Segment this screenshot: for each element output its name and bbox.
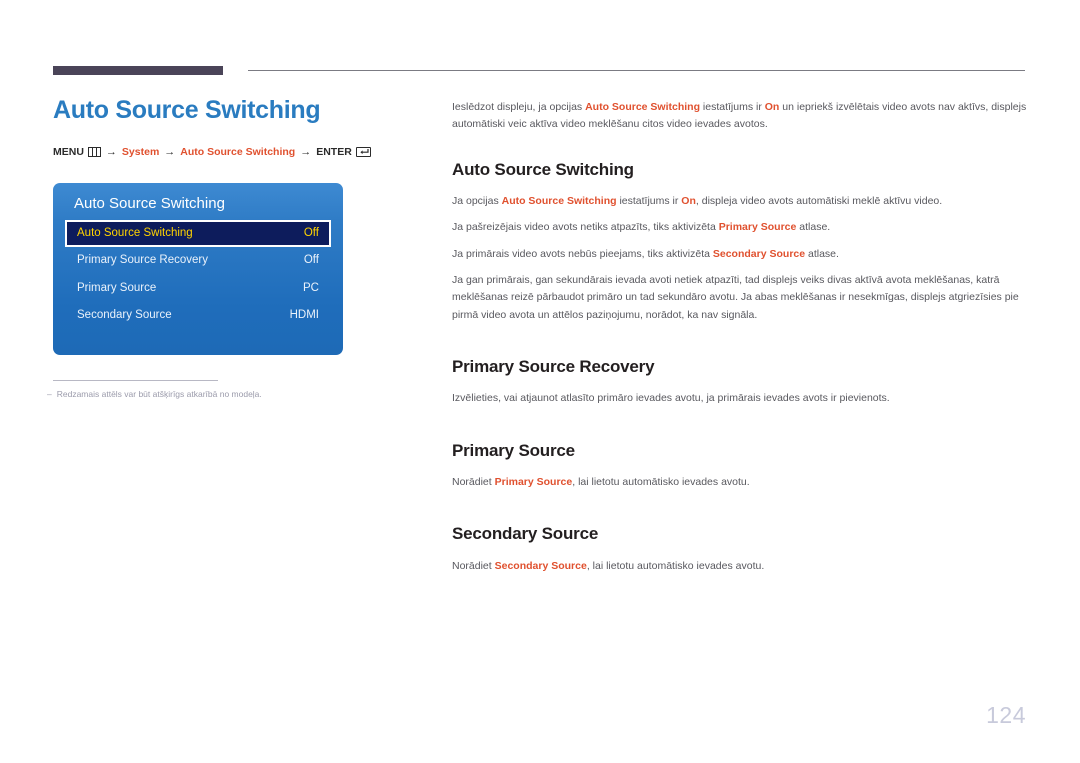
osd-row-label: Secondary Source: [77, 309, 172, 322]
menu-grid-icon: [87, 147, 101, 158]
line-text-6: Ja primārais video avots nebūs pieejams,…: [452, 247, 713, 260]
osd-row-primary-source-recovery[interactable]: Primary Source Recovery Off: [65, 247, 331, 275]
osd-row-label: Auto Source Switching: [77, 226, 193, 239]
body-highlight-1: Primary Source: [494, 475, 573, 488]
page-title: Auto Source Switching: [53, 96, 321, 124]
intro-text-2: iestatījums ir: [700, 101, 765, 113]
line-text-2: iestatījums ir: [616, 195, 682, 208]
section-body-secondary-source: Norādiet Secondary Source, lai lietotu a…: [452, 558, 1027, 575]
osd-row-value: Off: [303, 254, 319, 267]
breadcrumb-arrow-1: →: [105, 145, 117, 158]
line-highlight-4: Secondary Source: [712, 247, 806, 260]
section-heading-primary-source: Primary Source: [452, 440, 575, 460]
section-body-primary-source: Norādiet Primary Source, lai lietotu aut…: [452, 474, 1027, 491]
breadcrumb-enter-label: ENTER: [316, 146, 352, 158]
breadcrumb-step-system: System: [121, 146, 160, 158]
line-text-3: , displeja video avots automātiski meklē…: [695, 195, 943, 208]
osd-menu-title: Auto Source Switching: [74, 195, 225, 212]
line-text-1: Ja opcijas: [452, 195, 502, 208]
breadcrumb-menu-label: MENU: [53, 146, 84, 158]
page-number: 124: [986, 702, 1026, 728]
breadcrumb-arrow-3: →: [300, 145, 312, 158]
section-heading-secondary-source: Secondary Source: [452, 524, 599, 544]
osd-row-value: PC: [303, 281, 319, 294]
osd-menu-panel: Auto Source Switching Auto Source Switch…: [53, 183, 343, 355]
section-line-3: Ja primārais video avots nebūs pieejams,…: [452, 246, 1027, 263]
line-highlight-1: Auto Source Switching: [501, 195, 617, 208]
intro-highlight-2: On: [764, 101, 780, 113]
intro-text-1: Ieslēdzot displeju, ja opcijas: [452, 101, 586, 113]
line-highlight-3: Primary Source: [718, 221, 797, 234]
footnote-divider: [53, 380, 218, 381]
breadcrumb: MENU → System → Auto Source Switching → …: [53, 145, 413, 158]
line-text-7: atlase.: [805, 247, 839, 260]
section-heading-primary-source-recovery: Primary Source Recovery: [452, 356, 655, 376]
breadcrumb-step-auto-source-switching: Auto Source Switching: [180, 146, 296, 158]
footnote-dash: –: [47, 389, 52, 399]
osd-row-auto-source-switching[interactable]: Auto Source Switching Off: [65, 219, 331, 248]
intro-highlight-1: Auto Source Switching: [585, 101, 700, 113]
osd-row-secondary-source[interactable]: Secondary Source HDMI: [65, 302, 331, 330]
body-text-2: , lai lietotu automātisko ievades avotu.: [572, 475, 750, 488]
breadcrumb-arrow-2: →: [164, 145, 176, 158]
line-highlight-2: On: [681, 195, 696, 208]
footnote: – Redzamais attēls var būt atšķirīgs atk…: [47, 389, 417, 399]
osd-row-primary-source[interactable]: Primary Source PC: [65, 275, 331, 303]
body-text-4: , lai lietotu automātisko ievades avotu.: [586, 559, 765, 572]
left-column: Auto Source Switching MENU → System → Au…: [53, 96, 413, 158]
section-paragraph-search-behavior: Ja gan primārais, gan sekundārais ievada…: [452, 273, 1019, 321]
osd-row-value: Off: [303, 226, 319, 239]
body-highlight-2: Secondary Source: [494, 559, 587, 572]
footnote-text: Redzamais attēls var būt atšķirīgs atkar…: [56, 389, 262, 399]
intro-paragraph: Ieslēdzot displeju, ja opcijas Auto Sour…: [452, 99, 1027, 134]
header-divider-rule: [248, 70, 1025, 71]
header-accent-bar: [53, 66, 223, 75]
right-column: Ieslēdzot displeju, ja opcijas Auto Sour…: [452, 99, 1027, 584]
line-text-5: atlase.: [796, 221, 831, 234]
body-text-3: Norādiet: [452, 559, 495, 572]
section-heading-auto-source-switching: Auto Source Switching: [452, 159, 634, 179]
line-text-4: Ja pašreizējais video avots netiks atpaz…: [452, 221, 719, 234]
enter-return-icon: [355, 147, 371, 158]
body-text-1: Norādiet: [452, 475, 495, 488]
osd-row-label: Primary Source Recovery: [77, 254, 209, 267]
section-line-1: Ja opcijas Auto Source Switching iestatī…: [452, 193, 1027, 210]
section-line-2: Ja pašreizējais video avots netiks atpaz…: [452, 219, 1027, 236]
osd-row-label: Primary Source: [77, 281, 157, 294]
osd-row-value: HDMI: [289, 309, 319, 322]
section-body-primary-source-recovery: Izvēlieties, vai atjaunot atlasīto primā…: [452, 392, 890, 405]
